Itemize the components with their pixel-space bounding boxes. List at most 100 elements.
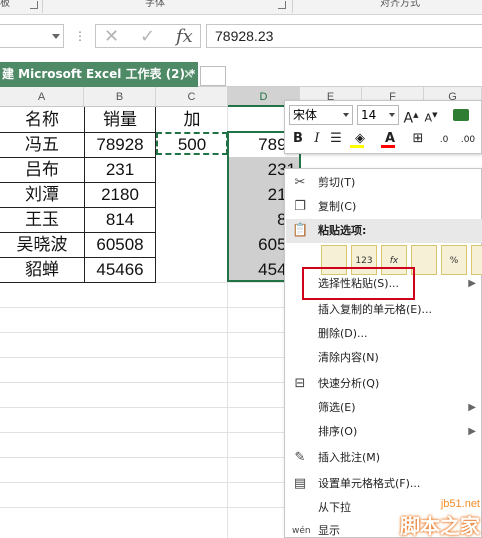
- menu-item-label: 清除内容(N): [318, 351, 379, 364]
- chevron-right-icon: ▶: [468, 402, 476, 413]
- phonetic-icon: wén: [292, 526, 311, 536]
- workbook-title-bar: 建 Microsoft Excel 工作表 (2) * ×: [0, 62, 198, 87]
- increase-decimal-button[interactable]: .0: [433, 129, 455, 149]
- table-border: [0, 282, 156, 283]
- cell-b4[interactable]: 2180: [84, 182, 156, 207]
- ribbon-separator: [292, 0, 293, 13]
- copy-marquee: [156, 132, 228, 155]
- fill-color-button[interactable]: ◈: [347, 129, 373, 149]
- borders-button[interactable]: ⊞: [407, 129, 429, 149]
- formula-input[interactable]: 78928.23: [206, 24, 482, 48]
- cell-b1[interactable]: 销量: [84, 107, 156, 132]
- number-format-button[interactable]: [445, 105, 477, 125]
- fill-color-bar: [350, 145, 364, 148]
- table-border: [84, 107, 85, 283]
- menu-item-filter[interactable]: 筛选(E) ▶: [286, 396, 482, 420]
- chevron-down-icon[interactable]: [52, 34, 60, 39]
- menu-item-insert-copied-cells[interactable]: 插入复制的单元格(E)...: [286, 298, 482, 322]
- table-border: [0, 157, 156, 158]
- gridline: [0, 507, 300, 508]
- menu-item-label: 剪切(T): [318, 176, 356, 189]
- formula-bar-grip-icon[interactable]: ⋮: [74, 29, 86, 43]
- chevron-down-icon[interactable]: [343, 113, 349, 117]
- formula-bar-buttons: ✕ ✓ fx: [95, 24, 201, 48]
- close-icon[interactable]: ×: [183, 62, 194, 87]
- ribbon-bottom-strip: 板 字体 对齐方式: [0, 0, 482, 15]
- ribbon-group-clipboard-end: 板: [0, 0, 10, 9]
- menu-item-label: 插入复制的单元格(E)...: [318, 303, 433, 316]
- menu-item-label: 删除(D)...: [318, 327, 368, 340]
- cell-c1[interactable]: 加: [156, 107, 228, 132]
- accounting-format-icon: [453, 108, 469, 121]
- menu-item-quick-analysis[interactable]: ⊟ 快速分析(Q): [286, 372, 482, 396]
- ribbon-group-alignment: 对齐方式: [380, 0, 420, 9]
- chevron-down-icon[interactable]: [389, 113, 395, 117]
- cell-a1[interactable]: 名称: [0, 107, 84, 132]
- cell-a3[interactable]: 吕布: [0, 157, 84, 182]
- quick-analysis-icon: ⊟: [294, 376, 306, 391]
- menu-item-clear-contents[interactable]: 清除内容(N): [286, 346, 482, 370]
- cell-a6[interactable]: 吴晓波: [0, 232, 84, 257]
- font-launcher-icon[interactable]: [278, 1, 286, 9]
- menu-item-label: 快速分析(Q): [318, 377, 380, 390]
- menu-item-delete[interactable]: 删除(D)...: [286, 322, 482, 346]
- column-header-c[interactable]: C: [156, 87, 228, 107]
- ribbon-separator: [42, 0, 43, 13]
- font-size-value: 14: [361, 108, 377, 122]
- font-name-value: 宋体: [293, 108, 318, 122]
- enter-icon[interactable]: ✓: [140, 27, 155, 47]
- context-menu: ✂ 剪切(T) ❐ 复制(C) 📋 粘贴选项: 123 fx % 选择性粘贴(S…: [284, 168, 482, 538]
- function-icon[interactable]: fx: [176, 26, 193, 47]
- cell-a7[interactable]: 貂蝉: [0, 257, 84, 282]
- ribbon-group-font: 字体: [145, 0, 165, 9]
- cell-a2[interactable]: 冯五: [0, 132, 84, 157]
- align-center-button[interactable]: ☰: [327, 129, 345, 149]
- formatting-icon[interactable]: %: [441, 245, 467, 275]
- cell-a4[interactable]: 刘潭: [0, 182, 84, 207]
- font-size-select[interactable]: 14: [357, 105, 399, 125]
- menu-item-label: 显示: [318, 524, 340, 537]
- cell-b3[interactable]: 231: [84, 157, 156, 182]
- shrink-font-button[interactable]: A▼: [423, 105, 439, 125]
- column-header-b[interactable]: B: [84, 87, 156, 107]
- cell-a5[interactable]: 王玉: [0, 207, 84, 232]
- grow-font-icon: A: [403, 110, 414, 127]
- cell-b2[interactable]: 78928: [84, 132, 156, 157]
- column-header-a[interactable]: A: [0, 87, 84, 107]
- gridline: [0, 407, 300, 408]
- menu-item-label: 粘贴选项:: [318, 224, 367, 237]
- decrease-decimal-button[interactable]: .00: [457, 129, 479, 149]
- menu-item-sort[interactable]: 排序(O) ▶: [286, 420, 482, 444]
- grow-font-button[interactable]: A▲: [403, 105, 419, 127]
- menu-item-label: 排序(O): [318, 425, 358, 438]
- gridline: [0, 457, 300, 458]
- font-color-bar: [381, 145, 395, 148]
- watermark: jb51.net 脚本之家: [368, 490, 482, 538]
- bold-button[interactable]: B: [289, 129, 307, 149]
- menu-item-label: 设置单元格格式(F)...: [318, 477, 421, 490]
- font-color-button[interactable]: A: [377, 129, 403, 149]
- table-border: [0, 132, 156, 133]
- workbook-title-rest: [198, 62, 482, 87]
- gridline: [0, 307, 300, 308]
- gridline: [0, 482, 300, 483]
- table-border: [0, 257, 156, 258]
- window-restore-icon[interactable]: [200, 66, 226, 86]
- table-border: [0, 232, 156, 233]
- gridline: [0, 332, 300, 333]
- menu-item-insert-comment[interactable]: ✎ 插入批注(M): [286, 446, 482, 470]
- cell-b7[interactable]: 45466: [84, 257, 156, 282]
- formula-bar: ⋮ ✕ ✓ fx 78928.23: [0, 15, 482, 60]
- borders-icon: ⊞: [412, 131, 424, 146]
- font-name-select[interactable]: 宋体: [289, 105, 353, 125]
- cell-b6[interactable]: 60508: [84, 232, 156, 257]
- menu-item-copy[interactable]: ❐ 复制(C): [286, 195, 482, 219]
- cell-b5[interactable]: 814: [84, 207, 156, 232]
- clipboard-launcher-icon[interactable]: [30, 1, 38, 9]
- cancel-icon[interactable]: ✕: [104, 27, 119, 47]
- gridline: [0, 432, 300, 433]
- italic-button[interactable]: I: [309, 129, 325, 149]
- menu-item-cut[interactable]: ✂ 剪切(T): [286, 171, 482, 195]
- link-icon[interactable]: [471, 245, 482, 275]
- align-center-icon: ☰: [330, 131, 342, 146]
